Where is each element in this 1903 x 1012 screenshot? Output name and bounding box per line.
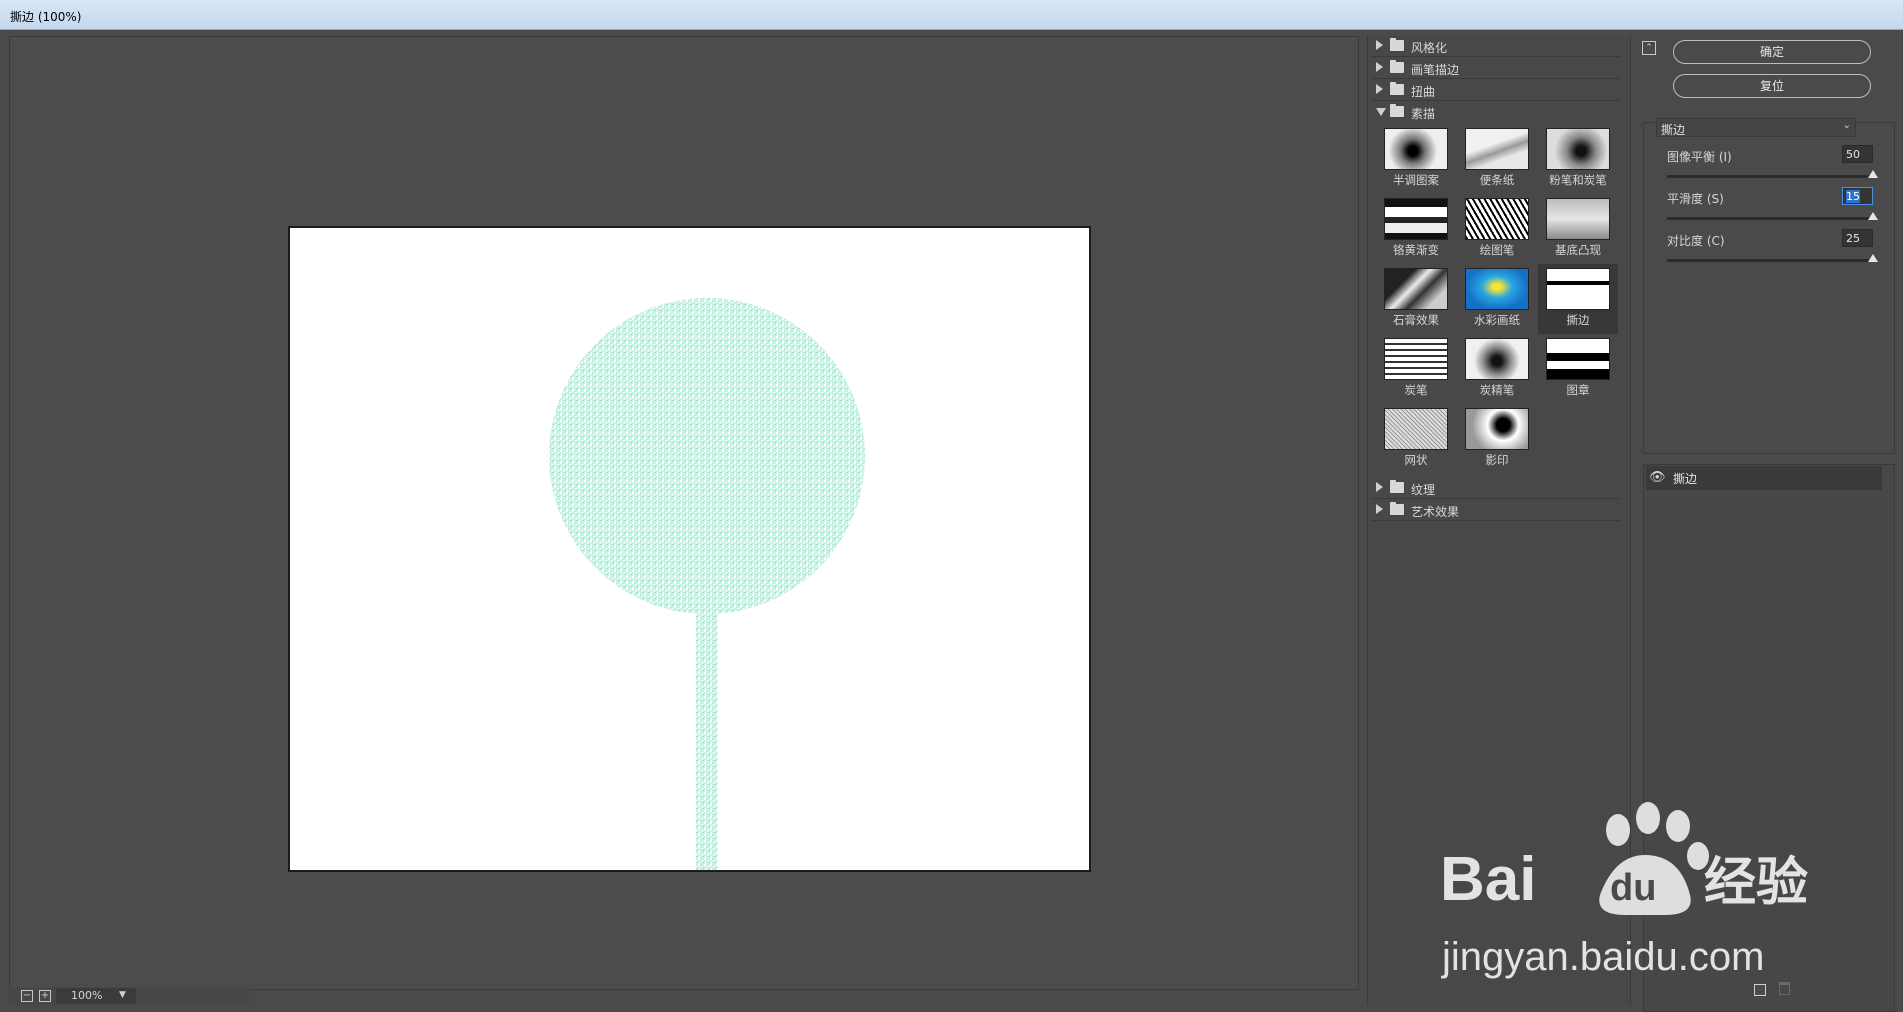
filter-thumb-graphic-pen[interactable]: 绘图笔	[1457, 194, 1537, 264]
svg-text:du: du	[1610, 867, 1656, 909]
baidu-jingyan-watermark: Bai du 经验 jingyan.baidu.com	[1440, 802, 1808, 979]
svg-text:经验: 经验	[1704, 853, 1808, 913]
folder-icon	[1390, 82, 1404, 95]
title-bar: 撕边 (100%)	[0, 0, 1903, 30]
zoom-bar: − + 100% ▼	[9, 987, 249, 1005]
window-title: 撕边 (100%)	[10, 10, 82, 24]
contrast-slider[interactable]	[1667, 254, 1878, 262]
zoom-out-button[interactable]: −	[21, 990, 33, 1002]
canvas-drawing	[549, 298, 865, 870]
slider-knob[interactable]	[1868, 212, 1878, 220]
filter-thumb-conte-crayon[interactable]: 炭精笔	[1457, 334, 1537, 404]
zoom-dropdown-icon[interactable]: ▼	[119, 990, 126, 1000]
thumbnail-image	[1384, 268, 1448, 310]
filter-thumb-note-paper[interactable]: 便条纸	[1457, 124, 1537, 194]
folder-icon	[1390, 60, 1404, 73]
filter-thumb-stamp[interactable]: 图章	[1538, 334, 1618, 404]
filter-select[interactable]: 撕边 ⌄	[1656, 118, 1856, 137]
thumbnail-image	[1546, 338, 1610, 380]
image-balance-label: 图像平衡 (I)	[1667, 150, 1732, 164]
thumbnail-image	[1384, 198, 1448, 240]
collapse-arrow-icon	[1376, 108, 1386, 116]
filter-thumb-halftone[interactable]: 半调图案	[1376, 124, 1456, 194]
smoothness-label: 平滑度 (S)	[1667, 192, 1724, 206]
svg-text:jingyan.baidu.com: jingyan.baidu.com	[1441, 935, 1764, 979]
filter-thumb-chalk-charcoal[interactable]: 粉笔和炭笔	[1538, 124, 1618, 194]
filter-thumb-chrome[interactable]: 铬黄渐变	[1376, 194, 1456, 264]
expand-arrow-icon	[1376, 504, 1383, 514]
filter-thumb-charcoal[interactable]: 炭笔	[1376, 334, 1456, 404]
thumbnail-image	[1384, 338, 1448, 380]
folder-brush-strokes[interactable]: 画笔描边	[1372, 58, 1620, 79]
reset-button[interactable]: 复位	[1673, 74, 1871, 98]
thumbnail-image	[1546, 128, 1610, 170]
image-balance-input[interactable]: 50	[1842, 145, 1873, 163]
slider-knob[interactable]	[1868, 170, 1878, 178]
thumbnail-image	[1465, 268, 1529, 310]
chevron-down-icon: ⌄	[1842, 120, 1851, 131]
filter-thumb-torn-edges[interactable]: 撕边	[1538, 264, 1618, 334]
tree-trunk-shape	[696, 613, 718, 870]
thumbnail-image	[1465, 128, 1529, 170]
smoothness-slider[interactable]	[1667, 212, 1878, 220]
folder-icon	[1390, 38, 1404, 51]
expand-arrow-icon	[1376, 62, 1383, 72]
tree-crown-shape	[549, 298, 865, 614]
expand-arrow-icon	[1376, 482, 1383, 492]
preview-area[interactable]	[9, 36, 1359, 990]
thumbnail-image	[1465, 198, 1529, 240]
thumbnail-image	[1465, 338, 1529, 380]
thumbnail-image	[1384, 128, 1448, 170]
thumbnail-image	[1546, 198, 1610, 240]
filter-thumb-water-paper[interactable]: 水彩画纸	[1457, 264, 1537, 334]
folder-open-icon	[1390, 104, 1404, 117]
thumbnail-image	[1465, 408, 1529, 450]
folder-icon	[1390, 502, 1404, 515]
expand-arrow-icon	[1376, 84, 1383, 94]
filter-thumb-bas-relief[interactable]: 基底凸现	[1538, 194, 1618, 264]
thumbnail-image	[1546, 268, 1610, 310]
slider-knob[interactable]	[1868, 254, 1878, 262]
folder-stylize[interactable]: 风格化	[1372, 36, 1620, 57]
folder-distort[interactable]: 扭曲	[1372, 80, 1620, 101]
thumbnail-image	[1384, 408, 1448, 450]
folder-artistic[interactable]: 艺术效果	[1372, 500, 1620, 521]
expand-arrow-icon	[1376, 40, 1383, 50]
contrast-label: 对比度 (C)	[1667, 234, 1725, 248]
preview-canvas	[288, 226, 1091, 872]
eye-icon[interactable]: 👁	[1649, 470, 1666, 486]
filter-thumb-plaster[interactable]: 石膏效果	[1376, 264, 1456, 334]
filter-thumb-reticulation[interactable]: 网状	[1376, 404, 1456, 474]
folder-icon	[1390, 480, 1404, 493]
filter-thumb-photocopy[interactable]: 影印	[1457, 404, 1537, 474]
folder-sketch[interactable]: 素描	[1372, 102, 1620, 123]
folder-texture[interactable]: 纹理	[1372, 478, 1620, 499]
contrast-input[interactable]: 25	[1842, 229, 1873, 247]
zoom-in-button[interactable]: +	[39, 990, 51, 1002]
collapse-gallery-icon[interactable]: ⌃	[1642, 41, 1656, 55]
ok-button[interactable]: 确定	[1673, 40, 1871, 64]
svg-text:Bai: Bai	[1440, 845, 1536, 914]
image-balance-slider[interactable]	[1667, 170, 1878, 178]
effect-layer-row[interactable]: 👁 撕边	[1646, 466, 1882, 490]
filter-settings-box	[1643, 122, 1895, 454]
smoothness-input[interactable]: 15	[1842, 187, 1873, 205]
